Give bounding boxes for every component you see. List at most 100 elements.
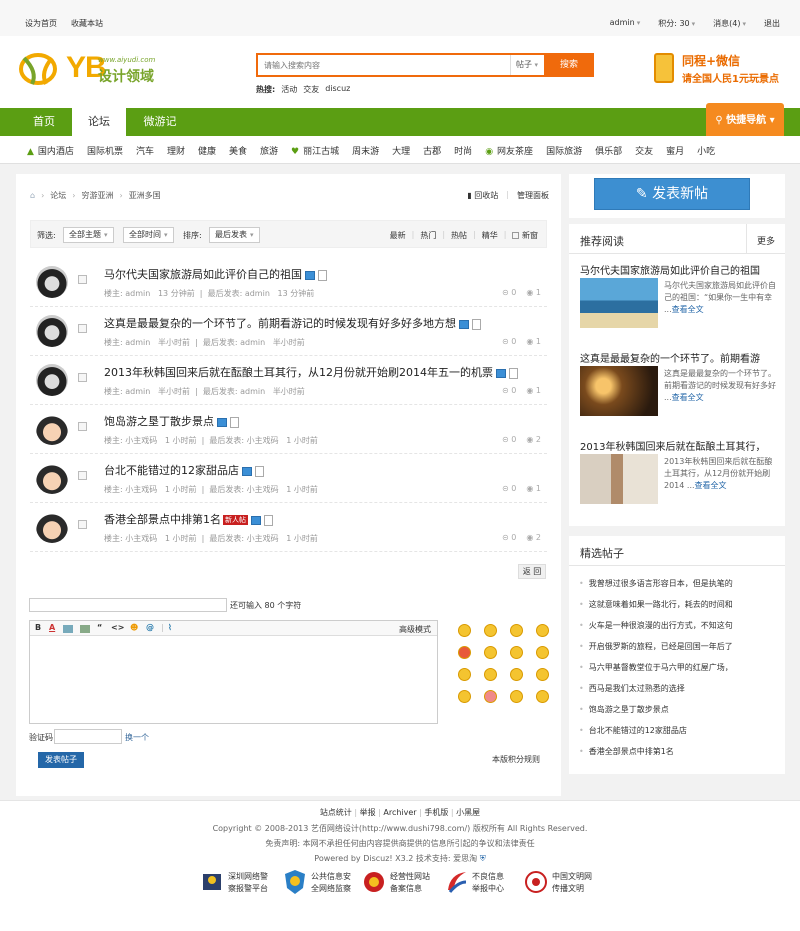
thread-checkbox[interactable] xyxy=(78,471,87,480)
smiley-icon[interactable] xyxy=(484,668,497,681)
logout-link[interactable]: 退出 xyxy=(764,18,780,29)
code-icon[interactable]: <> xyxy=(111,623,124,632)
nav-tab-travelogue[interactable]: 微游记 xyxy=(132,108,188,136)
avatar[interactable] xyxy=(36,364,68,396)
subnav-item[interactable]: ▲ 国内酒店 xyxy=(27,144,74,157)
filter-hot-posts[interactable]: 热帖 xyxy=(451,230,467,241)
smiley-icon[interactable] xyxy=(536,690,549,703)
smiley-icon[interactable] xyxy=(484,646,497,659)
logo-icon[interactable] xyxy=(18,52,64,86)
captcha-refresh-link[interactable]: 换一个 xyxy=(125,732,149,743)
subnav-item[interactable]: 旅游 xyxy=(260,144,278,157)
font-color-icon[interactable]: A xyxy=(49,623,55,632)
thread-last-user[interactable]: admin xyxy=(245,289,270,298)
more-link[interactable]: 更多 xyxy=(757,234,775,247)
thread-last-user[interactable]: 小主戏码 xyxy=(247,436,279,445)
filter-newest[interactable]: 最新 xyxy=(390,230,406,241)
checkbox[interactable] xyxy=(512,232,520,239)
thread-last-user[interactable]: admin xyxy=(240,338,265,347)
thread-row[interactable]: 2013年秋韩国回来后就在酝酿土耳其行，从12月份就开始刷2014年五一的机票 … xyxy=(30,356,547,405)
set-home-link[interactable]: 设为首页 xyxy=(25,18,57,29)
featured-item[interactable]: • 火车是一种很浪漫的出行方式，不知这句 xyxy=(579,620,733,641)
paperclip-icon[interactable]: ⌇ xyxy=(168,623,172,632)
thread-row[interactable]: 这真是最最复杂的一个环节了。前期看游记的时候发现有好多好多地方想 楼主: adm… xyxy=(30,307,547,356)
thread-title[interactable]: 香港全部景点中排第1名 xyxy=(104,513,221,526)
thread-checkbox[interactable] xyxy=(78,275,87,284)
submit-post-button[interactable]: 发表帖子 xyxy=(38,752,84,768)
read-more-link[interactable]: 查看全文 xyxy=(695,481,727,490)
footer-link[interactable]: Archiver xyxy=(383,808,416,817)
smiley-icon[interactable] xyxy=(458,690,471,703)
featured-item[interactable]: • 这就意味着如果一路北行，耗去的时间和 xyxy=(579,599,733,620)
smiley-icon[interactable] xyxy=(484,690,497,703)
thread-author[interactable]: 小主戏码 xyxy=(125,485,157,494)
thread-title[interactable]: 马尔代夫国家旅游局如此评价自己的祖国 xyxy=(104,268,302,281)
thread-checkbox[interactable] xyxy=(78,324,87,333)
thumbnail-image[interactable] xyxy=(580,454,658,504)
smiley-icon[interactable] xyxy=(510,668,523,681)
thread-checkbox[interactable] xyxy=(78,520,87,529)
thread-author[interactable]: admin xyxy=(125,289,150,298)
recommended-item-title[interactable]: 2013年秋韩国回来后就在酝酿土耳其行， xyxy=(580,438,778,453)
smiley-icon[interactable] xyxy=(536,624,549,637)
hot-search-link[interactable]: 交友 xyxy=(303,84,319,95)
subnav-item[interactable]: 蜜月 xyxy=(666,144,684,157)
subnav-item[interactable]: 理财 xyxy=(167,144,185,157)
subnav-item[interactable]: 时尚 xyxy=(454,144,472,157)
avatar[interactable] xyxy=(36,413,68,445)
subnav-item[interactable]: 美食 xyxy=(229,144,247,157)
read-more-link[interactable]: 查看全文 xyxy=(672,393,704,402)
smiley-icon[interactable] xyxy=(458,668,471,681)
captcha-input[interactable] xyxy=(54,729,122,744)
image-icon[interactable] xyxy=(63,625,73,633)
featured-item[interactable]: • 西马是我们太过熟悉的选择 xyxy=(579,683,733,704)
subnav-item[interactable]: 俱乐部 xyxy=(595,144,622,157)
featured-item[interactable]: • 香港全部景点中排第1名 xyxy=(579,746,733,767)
recommended-item[interactable]: 马尔代夫国家旅游局如此评价自己的祖国 马尔代夫国家旅游局如此评价自己的祖国：“如… xyxy=(580,262,778,328)
quick-nav-button[interactable]: ⚲ 快捷导航 ▾ xyxy=(706,103,784,139)
time-filter-select[interactable]: 全部时间 ▾ xyxy=(123,227,174,243)
breadcrumb-item[interactable]: 论坛 xyxy=(50,190,66,201)
avatar[interactable] xyxy=(36,315,68,347)
featured-item[interactable]: • 饱岛游之垦丁散步景点 xyxy=(579,704,733,725)
recommended-item-title[interactable]: 这真是最最复杂的一个环节了。前期看游 xyxy=(580,350,778,365)
thread-last-user[interactable]: 小主戏码 xyxy=(247,485,279,494)
footer-link[interactable]: 站点统计 xyxy=(320,808,352,817)
featured-item[interactable]: • 我曾想过很多语言形容日本，但是执笔的 xyxy=(579,578,733,599)
footer-link[interactable]: 举报 xyxy=(360,808,376,817)
recycle-bin-link[interactable]: ▮ 回收站 xyxy=(467,190,498,201)
hot-search-link[interactable]: discuz xyxy=(325,84,350,95)
read-more-link[interactable]: 查看全文 xyxy=(672,305,704,314)
credit-rules-link[interactable]: 本版积分规则 xyxy=(492,754,540,765)
sort-select[interactable]: 最后发表 ▾ xyxy=(209,227,260,243)
smiley-icon[interactable] xyxy=(458,624,471,637)
smiley-icon[interactable] xyxy=(484,624,497,637)
thread-author[interactable]: 小主戏码 xyxy=(125,534,157,543)
thread-last-user[interactable]: admin xyxy=(240,387,265,396)
smiley-icon[interactable]: ☻ xyxy=(130,623,138,632)
attachment-image-icon[interactable] xyxy=(80,625,90,633)
filter-digest[interactable]: 精华 xyxy=(482,230,498,241)
nav-tab-home[interactable]: 首页 xyxy=(18,108,70,136)
avatar[interactable] xyxy=(36,266,68,298)
subnav-item[interactable]: ◉ 网友茶座 xyxy=(485,144,533,157)
subnav-item[interactable]: 交友 xyxy=(635,144,653,157)
topic-filter-select[interactable]: 全部主题 ▾ xyxy=(63,227,114,243)
thumbnail-image[interactable] xyxy=(580,366,658,416)
breadcrumb-item[interactable]: 亚洲多国 xyxy=(129,190,161,201)
smiley-icon[interactable] xyxy=(510,624,523,637)
subnav-item[interactable]: 周末游 xyxy=(352,144,379,157)
credits-menu[interactable]: 积分: 30 ▾ xyxy=(658,18,695,29)
thread-row[interactable]: 马尔代夫国家旅游局如此评价自己的祖国 楼主: admin 13 分钟前 | 最后… xyxy=(30,258,547,307)
advanced-mode-link[interactable]: 高级模式 xyxy=(399,624,431,635)
new-window-toggle[interactable]: 新窗 xyxy=(512,230,538,241)
manage-panel-link[interactable]: 管理面板 xyxy=(517,190,549,201)
hot-search-link[interactable]: 活动 xyxy=(281,84,297,95)
smiley-icon[interactable] xyxy=(458,646,471,659)
promo-banner[interactable]: 同程+微信 请全国人民1元玩景点 xyxy=(652,52,787,86)
bookmark-link[interactable]: 收藏本站 xyxy=(71,18,103,29)
bold-icon[interactable]: B xyxy=(35,623,41,632)
recommended-item[interactable]: 2013年秋韩国回来后就在酝酿土耳其行， 2013年秋韩国回来后就在酝酿土耳其行… xyxy=(580,438,778,504)
quote-icon[interactable]: “ xyxy=(97,623,102,632)
smiley-icon[interactable] xyxy=(510,646,523,659)
